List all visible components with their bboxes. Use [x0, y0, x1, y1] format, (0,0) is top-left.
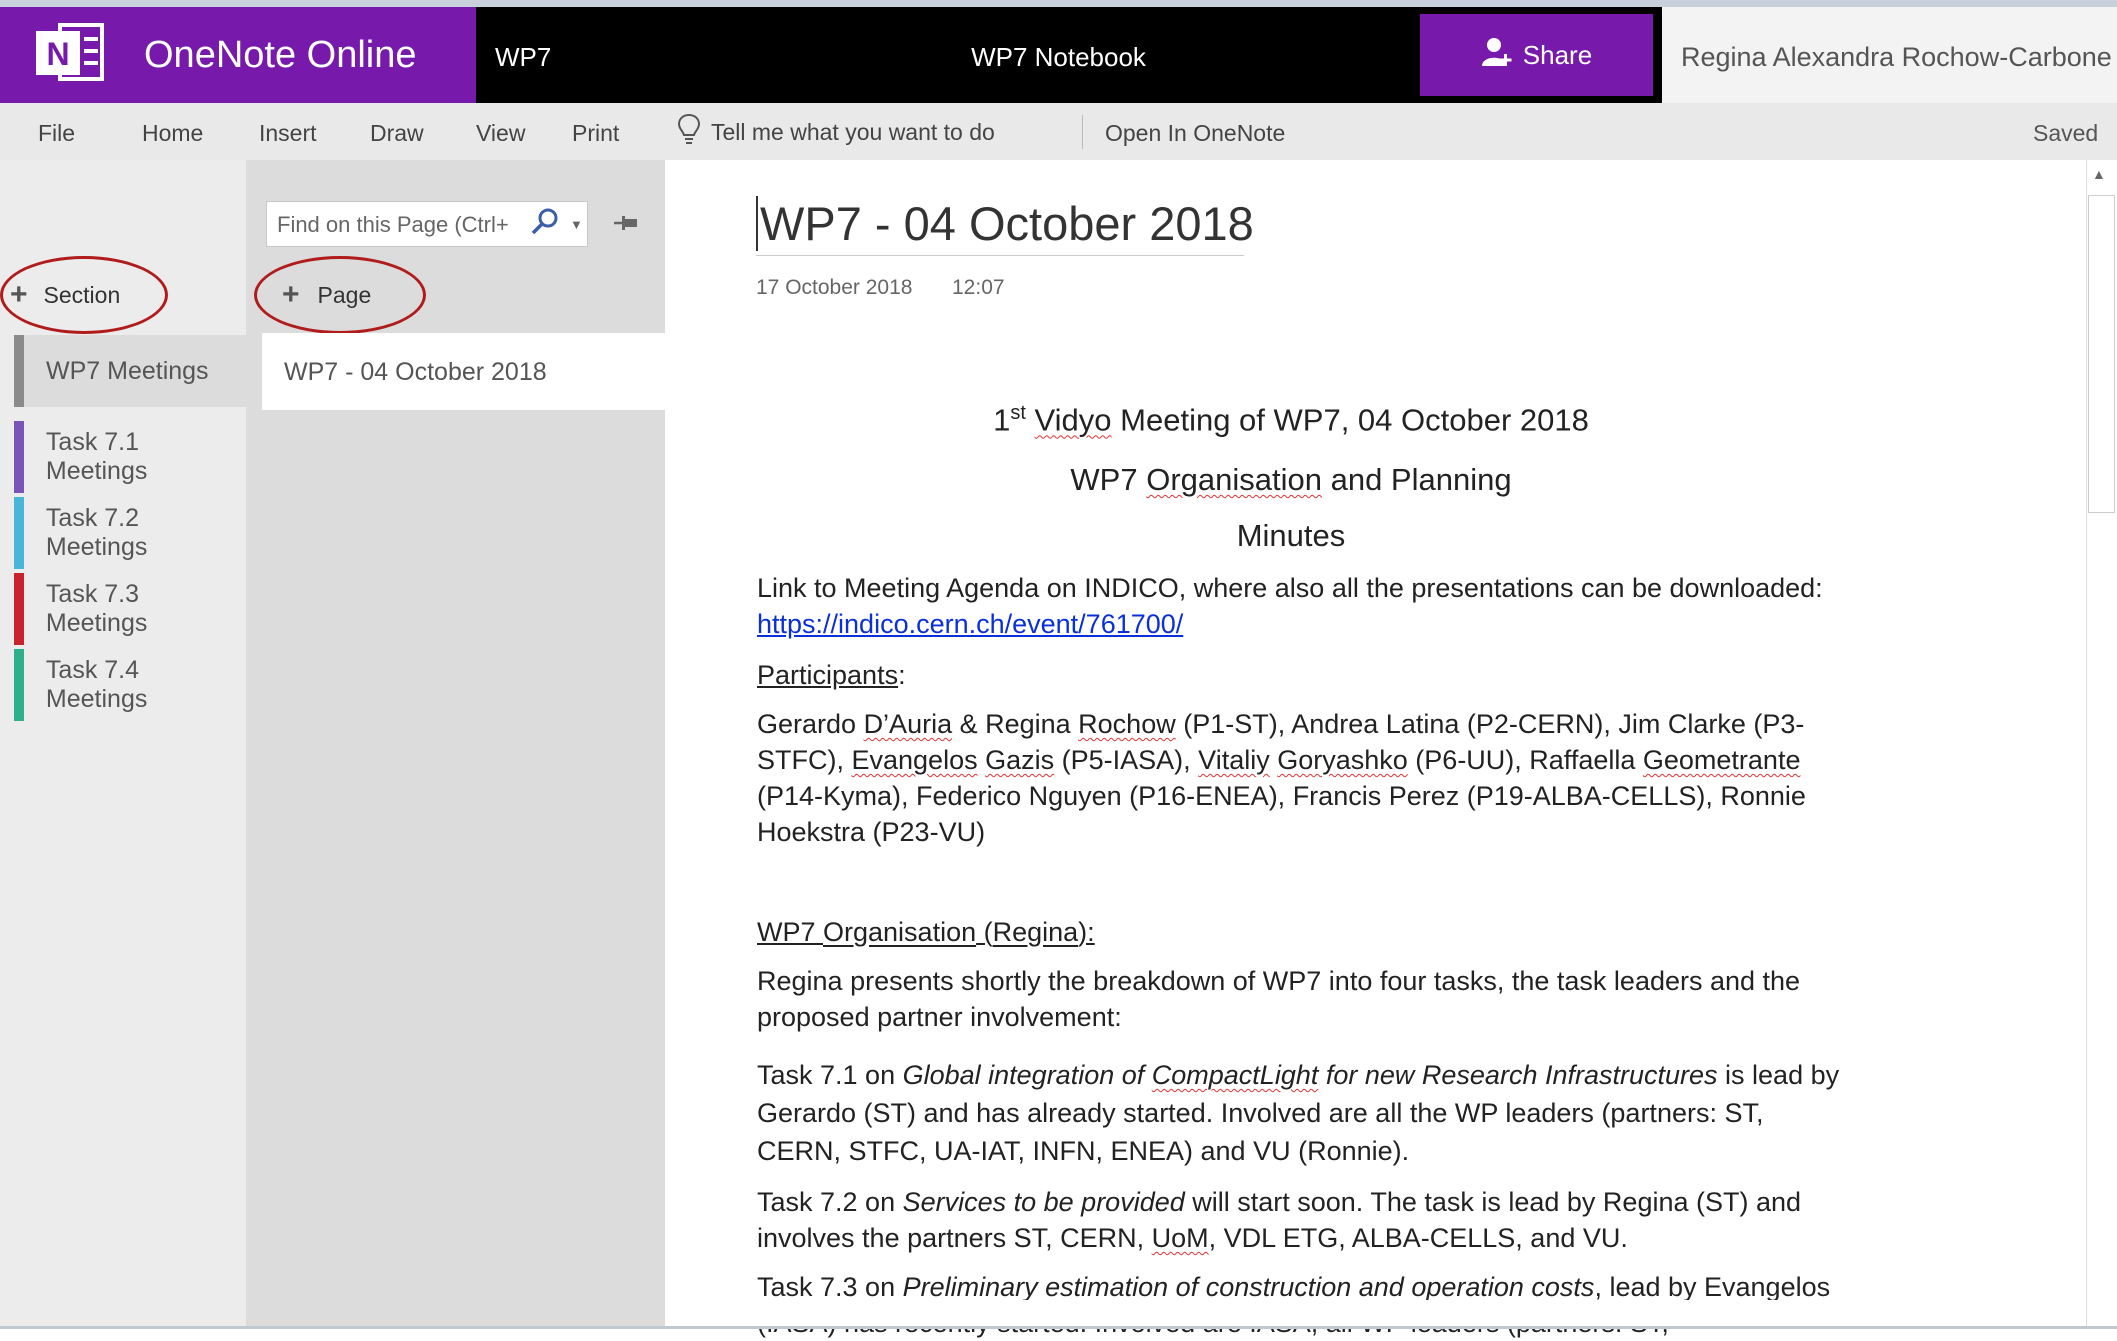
lightbulb-icon — [677, 113, 701, 151]
section-item-task-7-2[interactable]: Task 7.2 Meetings — [14, 497, 246, 569]
annotation-circle-section — [0, 256, 168, 334]
section-color-tab — [14, 649, 24, 721]
participants-paragraph[interactable]: Gerardo D’Auria & Regina Rochow (P1-ST),… — [757, 706, 1847, 850]
tell-me-search[interactable]: Tell me what you want to do — [677, 113, 995, 151]
participants-text: (P5-IASA), — [1054, 745, 1199, 775]
task-7-2-paragraph[interactable]: Task 7.2 on Services to be provided will… — [757, 1184, 1847, 1256]
title-underline — [756, 255, 1244, 256]
share-label: Share — [1522, 39, 1593, 70]
section-color-tab — [14, 497, 24, 569]
org-heading-part: Organisation — [823, 917, 977, 947]
participants-colon: : — [898, 660, 906, 690]
subheading-part: and Planning — [1321, 462, 1512, 497]
org-heading-part: ( — [976, 917, 993, 947]
heading-number: 1 — [993, 402, 1011, 438]
participants-text — [978, 745, 986, 775]
task-title: Global integration of — [902, 1060, 1152, 1090]
task-title: for new Research Infrastructures — [1318, 1060, 1718, 1090]
participants-name: Evangelos — [851, 745, 978, 775]
agenda-paragraph[interactable]: Link to Meeting Agenda on INDICO, where … — [757, 570, 1847, 642]
subheading-minutes[interactable]: Minutes — [756, 518, 1826, 554]
subheading-part: Organisation — [1146, 462, 1322, 497]
section-item-wp7-meetings[interactable]: WP7 Meetings — [14, 335, 246, 407]
share-button[interactable]: Share — [1420, 14, 1653, 96]
organisation-paragraph[interactable]: Regina presents shortly the breakdown of… — [757, 963, 1847, 1035]
section-item-task-7-4[interactable]: Task 7.4 Meetings — [14, 649, 246, 721]
task-text: , VDL ETG, ALBA-CELLS, and VU. — [1208, 1223, 1628, 1253]
scrollbar-thumb[interactable] — [2088, 195, 2115, 513]
tab-view[interactable]: View — [476, 120, 525, 147]
section-item-task-7-3[interactable]: Task 7.3 Meetings — [14, 573, 246, 645]
section-item-task-7-1[interactable]: Task 7.1 Meetings — [14, 421, 246, 493]
tab-insert[interactable]: Insert — [259, 120, 317, 147]
participants-name: Geometrante — [1642, 745, 1801, 775]
heading-space — [1026, 402, 1035, 437]
annotation-circle-page — [254, 256, 426, 334]
heading-vidyo: Vidyo — [1034, 402, 1112, 438]
section-item-label: Task 7.2 Meetings — [45, 504, 148, 561]
share-person-icon — [1481, 36, 1513, 75]
participants-name: Rochow — [1078, 709, 1176, 739]
page-title[interactable]: WP7 - 04 October 2018 — [756, 196, 1254, 251]
page-item-label: WP7 - 04 October 2018 — [284, 358, 547, 386]
section-color-tab — [14, 421, 24, 493]
save-status: Saved — [2033, 120, 2099, 146]
subheading-part: WP7 — [1070, 462, 1147, 497]
participants-heading[interactable]: Participants: — [757, 657, 1847, 693]
tab-home[interactable]: Home — [142, 120, 203, 147]
pin-icon[interactable] — [612, 210, 640, 241]
participants-text: Gerardo — [757, 709, 864, 739]
heading-superscript: st — [1010, 402, 1026, 424]
participants-name: D’Auria — [863, 709, 953, 739]
section-color-tab — [14, 573, 24, 645]
org-heading-part: WP7 — [757, 917, 824, 947]
search-icon[interactable] — [530, 207, 560, 242]
page-date: 17 October 2018 — [756, 276, 913, 299]
org-heading-part: Regina — [992, 917, 1079, 947]
section-item-label: Task 7.1 Meetings — [45, 428, 148, 485]
subheading-organisation[interactable]: WP7 Organisation and Planning — [756, 462, 1826, 498]
ribbon-bar — [0, 103, 2117, 160]
participants-text: & Regina — [952, 709, 1079, 739]
tab-draw[interactable]: Draw — [370, 120, 424, 147]
task-text: Task 7.2 on — [757, 1187, 903, 1217]
find-on-page-placeholder: Find on this Page (Ctrl+ — [277, 212, 509, 237]
participants-text: (P14-Kyma), Federico Nguyen (P16-ENEA), … — [757, 781, 1806, 847]
user-name[interactable]: Regina Alexandra Rochow-Carbone — [1681, 42, 2112, 73]
content-clip — [666, 1300, 2086, 1329]
org-heading-part: ): — [1078, 917, 1095, 947]
task-7-1-paragraph[interactable]: Task 7.1 on Global integration of Compac… — [757, 1056, 1847, 1170]
scroll-up-arrow-icon[interactable]: ▲ — [2092, 166, 2106, 182]
task-title: CompactLight — [1151, 1060, 1319, 1090]
section-item-label: Task 7.4 Meetings — [45, 656, 148, 713]
section-item-label: WP7 Meetings — [46, 356, 209, 385]
participants-name: Goryashko — [1277, 745, 1408, 775]
open-in-onenote-button[interactable]: Open In OneNote — [1105, 120, 1285, 147]
section-item-label: Task 7.3 Meetings — [45, 580, 148, 637]
agenda-link[interactable]: https://indico.cern.ch/event/761700/ — [757, 609, 1183, 639]
tab-print[interactable]: Print — [572, 120, 619, 147]
task-text: Task 7.3 on — [757, 1272, 903, 1302]
page-time: 12:07 — [952, 276, 1005, 299]
tab-file[interactable]: File — [38, 120, 75, 147]
task-text: Task 7.1 on — [757, 1060, 903, 1090]
organisation-heading[interactable]: WP7 Organisation (Regina): — [757, 914, 1847, 950]
ribbon-divider — [1082, 115, 1083, 149]
chevron-down-icon[interactable]: ▼ — [570, 217, 583, 232]
task-title: Preliminary estimation of construction a… — [902, 1272, 1595, 1302]
participants-name: Vitaliy — [1198, 745, 1270, 775]
section-color-tab — [14, 335, 24, 407]
participants-label: Participants — [757, 660, 899, 690]
heading-rest: Meeting of WP7, 04 October 2018 — [1111, 402, 1589, 438]
participants-text: (P6-UU), Raffaella — [1407, 745, 1643, 775]
task-title: Services to be provided — [902, 1187, 1185, 1217]
task-text: UoM — [1151, 1223, 1209, 1253]
meeting-heading[interactable]: 1st Vidyo Meeting of WP7, 04 October 201… — [756, 402, 1826, 438]
participants-name: Gazis — [985, 745, 1055, 775]
window-top-edge — [0, 0, 2117, 7]
agenda-text: Link to Meeting Agenda on INDICO, where … — [757, 573, 1823, 603]
tell-me-label: Tell me what you want to do — [711, 118, 995, 145]
